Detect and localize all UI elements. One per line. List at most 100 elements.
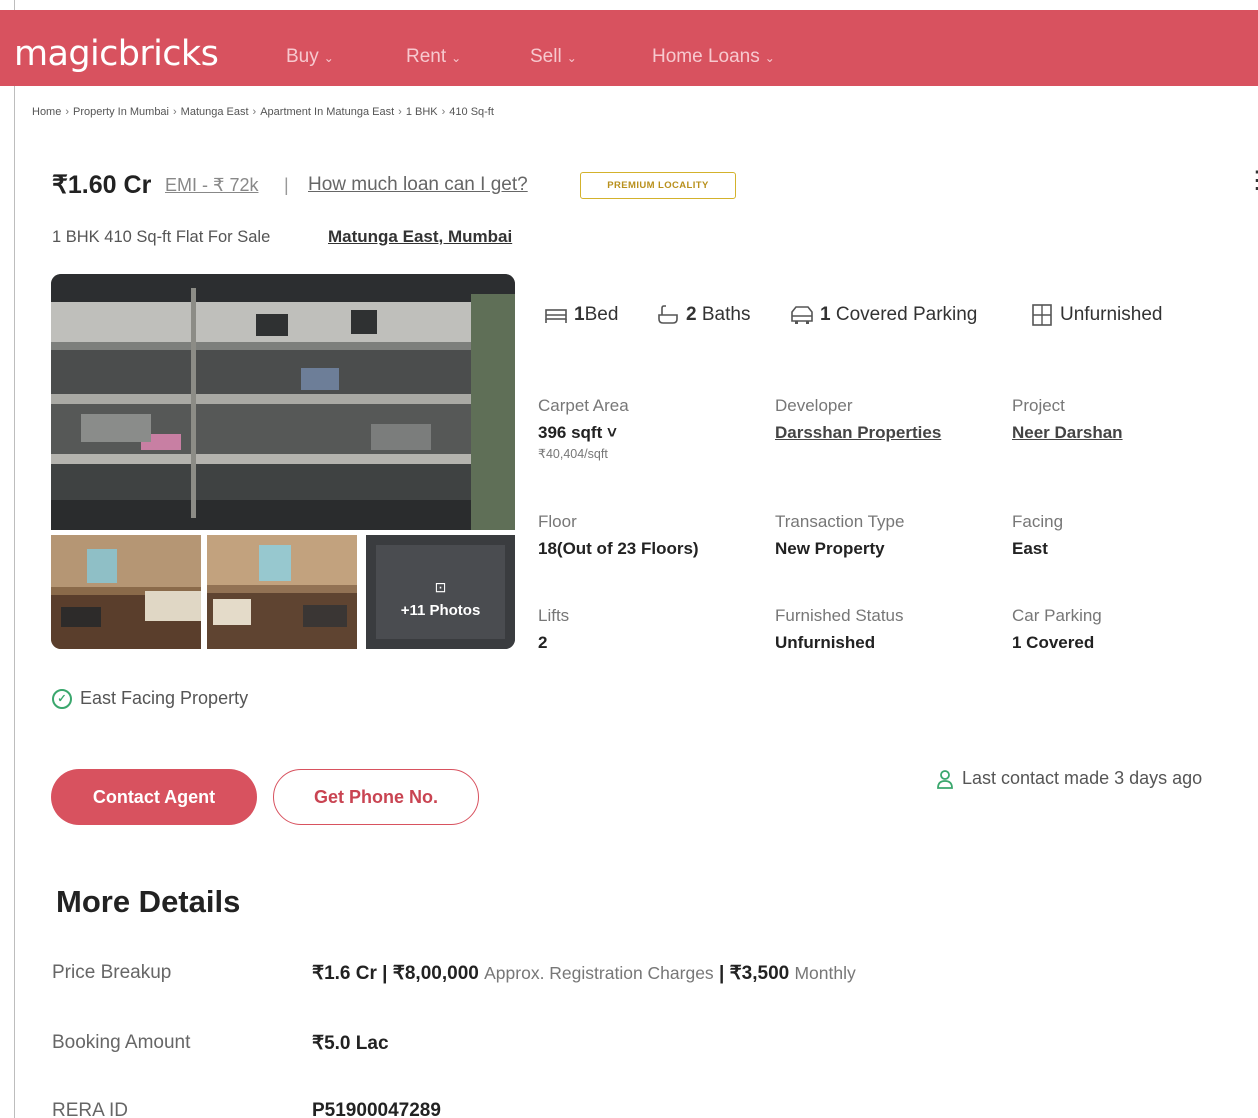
breadcrumb-separator: › [252,106,257,118]
price-breakup-value: ₹1.6 Cr | ₹8,00,000 Approx. Registration… [312,963,856,984]
spec-value: New Property [775,539,885,558]
building-photo [51,274,515,530]
bed-count-label: Bed [584,304,619,325]
more-photos-label: +11 Photos [400,602,481,619]
loan-eligibility-link[interactable]: How much loan can I get? [308,174,528,196]
nav-buy[interactable]: Buy ⌄ [286,46,334,68]
spec-furnished-status: Furnished Status Unfurnished [775,606,904,653]
breadcrumb-separator: › [173,106,177,118]
bathtub-icon [658,305,678,324]
price-breakup-registration-note: Approx. Registration Charges [484,963,714,983]
breadcrumb-separator: › [398,106,402,118]
chevron-down-icon: ⌄ [764,51,775,65]
spec-label: Car Parking [1012,606,1102,625]
breadcrumb-separator: › [441,106,446,118]
last-contact-text: Last contact made 3 days ago [962,768,1203,788]
parking-count-label: Covered Parking [835,304,978,325]
bed-count-number: 1 [574,304,585,325]
breadcrumb: Home › Property In Mumbai › Matunga East › … [32,106,494,118]
rera-id-label: RERA ID [52,1100,129,1118]
breadcrumb-bhk[interactable]: 1 BHK [406,106,438,118]
more-photos-button[interactable]: ⊡ +11 Photos [366,535,515,649]
price-breakup-registration: ₹8,00,000 [392,963,479,984]
main-property-photo[interactable] [51,274,515,530]
last-contact-info: Last contact made 3 days ago [936,768,1202,789]
booking-amount-value: ₹5.0 Lac [312,1033,389,1054]
breadcrumb-size: 410 Sq-ft [449,106,494,118]
spec-car-parking: Car Parking 1 Covered [1012,606,1102,653]
nav-home-loans-label: Home Loans [652,46,760,67]
spec-floor: Floor 18(Out of 23 Floors) [538,512,699,559]
thumbnail-photo[interactable] [51,535,201,649]
locality-link[interactable]: Matunga East, Mumbai [328,227,512,247]
spec-carpet-area: Carpet Area 396 sqft ˅ ₹40,404/sqft [538,396,629,461]
listing-price: ₹1.60 Cr [52,171,152,199]
rera-id-value: P51900047289 [312,1100,441,1118]
divider: | [284,175,289,195]
get-phone-button[interactable]: Get Phone No. [273,769,479,825]
thumbnail-photo[interactable] [207,535,357,649]
developer-link[interactable]: Darsshan Properties [775,423,941,443]
interior-photo [51,535,201,649]
furnishing-label: Unfurnished [1060,304,1163,325]
spec-label: Carpet Area [538,396,629,415]
contact-agent-button[interactable]: Contact Agent [51,769,257,825]
price-breakup-label: Price Breakup [52,962,172,983]
price-breakup-price: ₹1.6 Cr [312,963,377,984]
spec-label: Facing [1012,512,1064,531]
spec-value: Unfurnished [775,633,876,652]
bath-count-label: Baths [701,304,751,325]
spec-value: East [1012,539,1048,558]
car-icon [791,306,813,324]
check-circle-icon: ✓ [52,688,72,709]
chevron-down-icon: ⌄ [566,51,577,65]
breadcrumb-home[interactable]: Home [32,106,61,118]
bath-count-number: 2 [686,304,697,325]
chevron-down-icon: ⌄ [323,51,334,65]
spec-label: Transaction Type [775,512,905,531]
spec-lifts: Lifts 2 [538,606,569,653]
top-navbar: magicbricks Buy ⌄ Rent ⌄ Sell ⌄ Home Loa… [0,10,1258,86]
price-breakup-monthly-note: Monthly [794,963,856,983]
spec-transaction-type: Transaction Type New Property [775,512,904,559]
spec-label: Developer [775,396,853,415]
breadcrumb-city[interactable]: Property In Mumbai [73,106,169,118]
nav-sell[interactable]: Sell ⌄ [530,46,577,68]
furnishing-status: Unfurnished [1030,304,1162,326]
parking-count: 1 Covered Parking [790,304,977,326]
spec-facing: Facing East [1012,512,1063,559]
magicbricks-logo[interactable]: magicbricks [14,34,219,74]
bath-count: 2 Baths [656,304,750,326]
wardrobe-icon [1032,304,1052,326]
parking-count-number: 1 [820,304,831,325]
project-link[interactable]: Neer Darshan [1012,423,1123,443]
spec-value: 1 Covered [1012,633,1095,652]
east-facing-highlight: ✓ East Facing Property [52,688,248,709]
more-details-heading: More Details [56,884,241,919]
nav-home-loans[interactable]: Home Loans ⌄ [652,46,775,68]
gallery-icon: ⊡ [434,579,447,595]
emi-link[interactable]: EMI - ₹ 72k [165,175,258,196]
spec-project: Project Neer Darshan [1012,396,1123,443]
price-breakup-monthly: ₹3,500 [729,963,790,984]
nav-sell-label: Sell [530,46,562,67]
listing-subtitle: 1 BHK 410 Sq-ft Flat For Sale [52,228,271,246]
nav-rent-label: Rent [406,46,447,67]
price-per-sqft: ₹40,404/sqft [538,447,608,461]
spec-label: Lifts [538,606,570,625]
more-options-icon[interactable]: ⋮ [1245,166,1258,195]
bed-count: 1Bed [544,304,618,326]
spec-label: Furnished Status [775,606,904,625]
person-icon [937,769,953,789]
interior-photo [207,535,357,649]
spec-value: 2 [538,633,548,652]
spec-label: Floor [538,512,577,531]
nav-rent[interactable]: Rent ⌄ [406,46,461,68]
carpet-area-dropdown[interactable]: 396 sqft ˅ [538,423,629,443]
breadcrumb-type[interactable]: Apartment In Matunga East [260,106,394,118]
spec-developer: Developer Darsshan Properties [775,396,941,443]
breadcrumb-locality[interactable]: Matunga East [181,106,249,118]
highlight-label: East Facing Property [80,688,249,708]
bed-icon [545,309,567,323]
chevron-down-icon: ⌄ [451,51,462,65]
